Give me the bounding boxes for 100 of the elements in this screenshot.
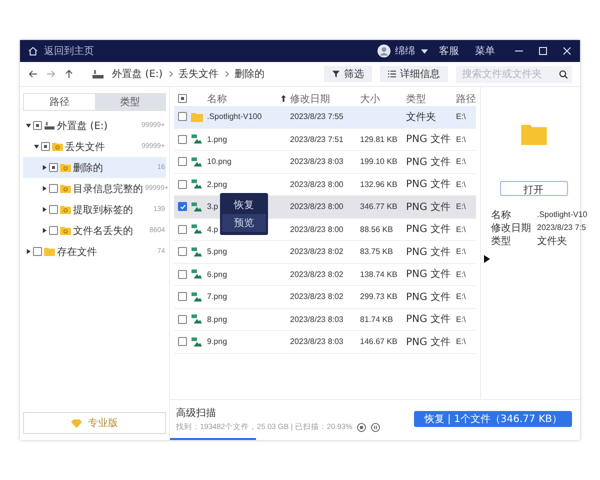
field-value: 文件夹 xyxy=(537,234,567,248)
table-cell: 132.96 KB xyxy=(360,180,398,189)
table-cell-text: 2023/8/23 8:03 xyxy=(290,337,344,346)
file-row[interactable]: 9.png 2023/8/23 8:03 146.67 KB PNG 文件 E:\ xyxy=(174,331,476,354)
file-row[interactable]: 8.png 2023/8/23 8:03 81.74 KB PNG 文件 E:\ xyxy=(174,308,476,331)
caret-icon[interactable] xyxy=(421,48,428,54)
column-header[interactable]: 路径 xyxy=(456,92,477,106)
table-cell: 7.png xyxy=(207,292,228,302)
table-cell-text: 2023/8/23 8:02 xyxy=(290,270,344,279)
open-button[interactable]: 打开 xyxy=(500,181,568,196)
table-cell: 4.p xyxy=(207,224,218,234)
close-icon[interactable] xyxy=(562,46,572,56)
breadcrumb-item[interactable]: 删除的 xyxy=(234,67,265,81)
image-file-icon xyxy=(191,179,202,190)
table-cell-text: 2023/8/23 8:00 xyxy=(290,224,344,234)
filter-icon xyxy=(332,70,340,78)
checkbox[interactable] xyxy=(178,314,187,324)
file-row[interactable]: .Spotlight-V100 2023/8/23 7:55 文件夹 E:\ xyxy=(174,106,476,128)
table-cell: 83.75 KB xyxy=(360,247,393,256)
home-link[interactable]: 返回到主页 xyxy=(44,44,94,58)
table-cell-text: PNG 文件 xyxy=(406,268,452,282)
table-cell: 1.png xyxy=(207,134,228,144)
column-header[interactable]: 大小 xyxy=(360,92,402,106)
menu-item[interactable]: 恢复 xyxy=(222,196,266,214)
search-field[interactable]: 搜索文件或文件夹 xyxy=(456,66,572,82)
scan-title: 高级扫描 xyxy=(175,406,217,420)
table-cell: 88.56 KB xyxy=(360,224,393,234)
checkbox[interactable] xyxy=(178,224,187,234)
image-file-icon xyxy=(191,134,202,144)
table-cell-text: E:\ xyxy=(456,270,467,279)
table-cell: 346.77 KB xyxy=(360,202,398,212)
checkbox[interactable] xyxy=(178,292,187,302)
collapse-arrow-icon[interactable] xyxy=(484,255,490,263)
folder-icon xyxy=(60,163,71,172)
column-header[interactable]: 类型 xyxy=(406,92,452,106)
title-link[interactable]: 菜单 xyxy=(475,44,495,58)
avatar-icon[interactable] xyxy=(377,44,391,58)
stop-icon[interactable] xyxy=(357,422,366,432)
checkbox[interactable] xyxy=(178,157,187,166)
file-row[interactable]: 5.png 2023/8/23 8:02 83.75 KB PNG 文件 E:\ xyxy=(174,241,476,264)
drive-icon xyxy=(44,121,55,130)
table-cell-text: PNG 文件 xyxy=(406,132,452,146)
breadcrumb-item[interactable]: 丢失文件 xyxy=(178,67,219,81)
up-icon[interactable] xyxy=(64,69,74,79)
table-cell-text: E:\ xyxy=(456,202,467,212)
checkbox[interactable] xyxy=(178,134,187,144)
checkbox[interactable] xyxy=(178,270,187,279)
image-file-icon xyxy=(191,269,202,280)
table-cell-text: 2023/8/23 8:03 xyxy=(290,314,344,324)
table-cell: 146.67 KB xyxy=(360,337,398,346)
table-cell-text: 2023/8/23 8:02 xyxy=(290,292,344,302)
user-name[interactable]: 绵绵 xyxy=(395,44,415,58)
checkbox[interactable] xyxy=(178,337,187,346)
checkbox[interactable] xyxy=(178,202,187,212)
toolbar-button[interactable]: 详细信息 xyxy=(380,66,448,82)
column-header[interactable]: 修改日期 xyxy=(290,92,356,106)
home-icon[interactable] xyxy=(28,46,38,56)
file-row[interactable]: 6.png 2023/8/23 8:02 138.74 KB PNG 文件 E:\ xyxy=(174,264,476,286)
pause-icon[interactable] xyxy=(371,422,380,432)
sidebar-tab[interactable]: 路径 xyxy=(24,94,94,110)
recover-button[interactable]: 恢复 | 1个文件（346.77 KB） xyxy=(414,411,572,427)
column-header[interactable]: 名称 xyxy=(207,92,277,106)
file-row[interactable]: 1.png 2023/8/23 7:51 129.81 KB PNG 文件 E:\ xyxy=(174,128,476,151)
field-value: .Spotlight-V10 xyxy=(537,210,588,219)
checkbox[interactable] xyxy=(178,112,187,122)
checkbox[interactable] xyxy=(178,94,187,103)
table-cell-text: E:\ xyxy=(456,180,467,189)
table-cell-text: 2023/8/23 7:51 xyxy=(290,134,344,144)
table-cell: .Spotlight-V100 xyxy=(207,112,262,122)
maximize-icon[interactable] xyxy=(538,46,548,56)
table-cell-text: PNG 文件 xyxy=(406,336,452,349)
chevron-icon xyxy=(168,71,173,77)
image-file-icon xyxy=(191,224,202,234)
menu-item[interactable]: 预览 xyxy=(222,214,266,232)
table-cell: 2.png xyxy=(207,180,228,189)
title-link[interactable]: 客服 xyxy=(439,44,459,58)
image-file-icon xyxy=(191,246,202,257)
table-cell-text: E:\ xyxy=(456,112,467,122)
image-file-icon xyxy=(191,314,202,324)
image-file-icon xyxy=(191,202,202,212)
breadcrumb-item[interactable]: 外置盘 (E:) xyxy=(112,67,163,81)
table-cell-text: 文件夹 xyxy=(406,110,437,124)
file-row[interactable]: 7.png 2023/8/23 8:02 299.73 KB PNG 文件 E:\ xyxy=(174,286,476,308)
file-row[interactable]: 10.png 2023/8/23 8:03 199.10 KB PNG 文件 E:\ xyxy=(174,151,476,174)
sidebar-tab[interactable]: 类型 xyxy=(94,94,165,110)
table-cell-text: PNG 文件 xyxy=(406,178,452,192)
table-cell-text: 2023/8/23 8:00 xyxy=(290,202,344,212)
table-cell-text: 2023/8/23 7:55 xyxy=(290,112,344,122)
table-cell-text: E:\ xyxy=(456,337,467,346)
table-cell-text: 2023/8/23 8:02 xyxy=(290,247,344,256)
field-label: 修改日期 xyxy=(491,222,532,234)
back-icon[interactable] xyxy=(28,69,38,79)
checkbox[interactable] xyxy=(178,247,187,256)
checkbox[interactable] xyxy=(178,180,187,189)
folder-icon xyxy=(52,142,63,151)
table-cell: 10.png xyxy=(207,157,232,166)
toolbar-button[interactable]: 筛选 xyxy=(324,66,372,82)
list-icon xyxy=(388,70,396,78)
image-file-icon xyxy=(191,292,202,302)
folder-icon xyxy=(60,205,71,214)
